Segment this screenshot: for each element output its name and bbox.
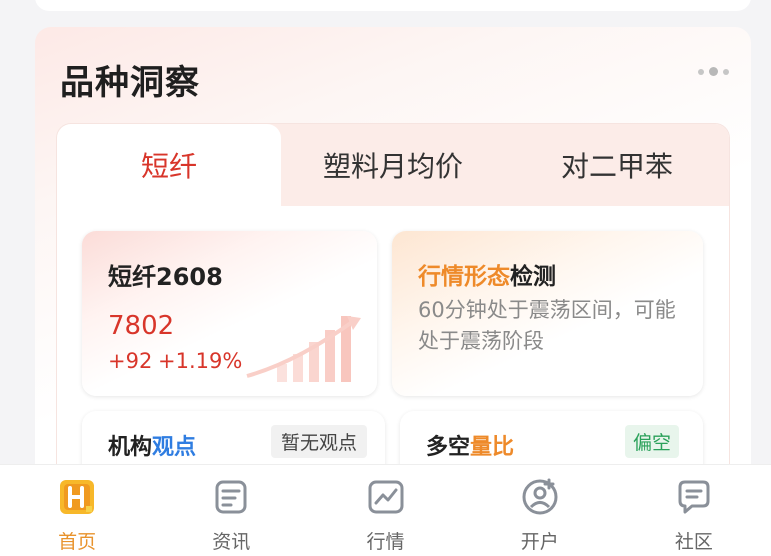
price-change-percent: +1.19% bbox=[158, 349, 243, 373]
tab-polyester-staple[interactable]: 短纤 bbox=[57, 124, 281, 206]
nav-home[interactable]: 首页 bbox=[0, 465, 154, 556]
community-chat-icon bbox=[672, 475, 716, 519]
institution-title-b: 观点 bbox=[152, 435, 197, 460]
institution-title-a: 机构 bbox=[108, 435, 153, 460]
contract-name: 短纤2608 bbox=[108, 263, 223, 291]
more-options-icon[interactable] bbox=[698, 67, 729, 76]
pattern-detection-card[interactable]: 行情形态检测 60分钟处于震荡区间，可能处于震荡阶段 bbox=[392, 231, 703, 396]
rising-trend-icon bbox=[246, 316, 361, 382]
tab-plastic-monthly-avg[interactable]: 塑料月均价 bbox=[281, 124, 505, 206]
bearish-badge: 偏空 bbox=[624, 425, 679, 458]
pattern-detection-title: 行情形态检测 bbox=[418, 257, 556, 291]
quote-card[interactable]: 短纤2608 7802 +92 +1.19% bbox=[82, 231, 377, 396]
ratio-title-b: 量比 bbox=[470, 435, 515, 460]
variety-tab-bar: 短纤 塑料月均价 对二甲苯 bbox=[57, 124, 729, 206]
ratio-title-a: 多空 bbox=[426, 435, 471, 460]
nav-label-open-account: 开户 bbox=[520, 531, 559, 553]
variety-tab-panel: 短纤 塑料月均价 对二甲苯 短纤2608 7802 +92 +1.19% 行情形… bbox=[57, 124, 729, 504]
institution-view-title: 机构观点 bbox=[108, 429, 196, 461]
pattern-title-rest: 检测 bbox=[510, 264, 556, 290]
price-change: +92 bbox=[108, 349, 153, 373]
nav-community[interactable]: 社区 bbox=[617, 465, 771, 556]
contract-price: 7802 bbox=[108, 311, 175, 341]
section-title: 品种洞察 bbox=[60, 63, 200, 103]
home-icon bbox=[55, 475, 99, 519]
news-icon bbox=[209, 475, 253, 519]
no-view-badge: 暂无观点 bbox=[270, 425, 367, 458]
pattern-description: 60分钟处于震荡区间，可能处于震荡阶段 bbox=[418, 298, 676, 353]
nav-market[interactable]: 行情 bbox=[308, 465, 462, 556]
nav-news[interactable]: 资讯 bbox=[154, 465, 308, 556]
tab-paraxylene[interactable]: 对二甲苯 bbox=[505, 124, 729, 206]
pattern-title-highlight: 行情形态 bbox=[418, 264, 510, 290]
nav-label-community: 社区 bbox=[674, 531, 713, 553]
account-open-icon bbox=[518, 475, 562, 519]
nav-open-account[interactable]: 开户 bbox=[463, 465, 617, 556]
nav-label-market: 行情 bbox=[366, 531, 405, 553]
bottom-nav: 首页 资讯 行情 开户 社区 bbox=[0, 464, 771, 556]
variety-insight-card: 品种洞察 短纤 塑料月均价 对二甲苯 短纤2608 7802 +92 +1.19… bbox=[35, 27, 751, 504]
market-chart-icon bbox=[364, 475, 408, 519]
nav-label-news: 资讯 bbox=[212, 531, 251, 553]
nav-label-home: 首页 bbox=[58, 531, 97, 553]
previous-card bbox=[35, 0, 751, 11]
long-short-ratio-title: 多空量比 bbox=[426, 429, 514, 461]
